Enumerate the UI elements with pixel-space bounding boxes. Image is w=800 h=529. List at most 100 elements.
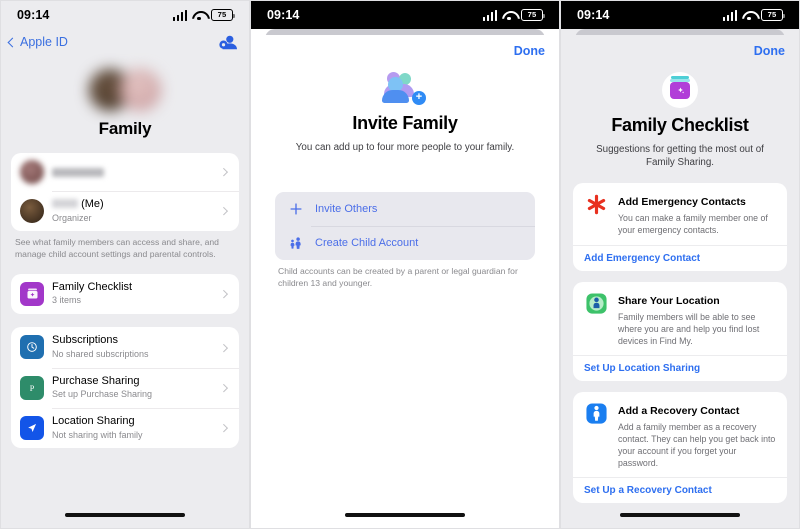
screen-invite-family: 09:14 75 Done + Invite Family You can ad…: [250, 0, 560, 529]
invite-family-sheet: Done + Invite Family You can add up to f…: [251, 35, 559, 528]
feature-subtitle: Set up Purchase Sharing: [52, 389, 153, 400]
sheet-subtitle: You can add up to four more people to yo…: [295, 142, 515, 153]
member-name-blurred: [52, 167, 213, 177]
members-footnote: See what family members can access and s…: [15, 237, 219, 260]
list-item-subscriptions[interactable]: Subscriptions No shared subscriptions: [11, 327, 239, 367]
family-checklist-sheet: Done Family Checklist Suggestions for ge…: [561, 35, 799, 528]
back-button-label: Apple ID: [20, 35, 68, 49]
checklist-cards: Add Emergency Contacts You can make a fa…: [561, 169, 799, 503]
card-action-set-up-location-sharing[interactable]: Set Up Location Sharing: [573, 354, 787, 381]
back-button-apple-id[interactable]: Apple ID: [7, 35, 68, 49]
member-role: Organizer: [52, 212, 92, 223]
option-create-child-account[interactable]: Create Child Account: [275, 226, 535, 260]
invite-header: + Invite Family You can add up to four m…: [251, 58, 559, 154]
card-description: Add a family member as a recovery contac…: [618, 421, 776, 468]
status-indicators: 75: [482, 9, 545, 21]
card-action-add-emergency-contact[interactable]: Add Emergency Contact: [573, 244, 787, 271]
chevron-right-icon: [219, 168, 228, 176]
card-title: Share Your Location: [618, 294, 720, 307]
home-indicator: [251, 513, 559, 517]
list-item-purchase-sharing[interactable]: P Purchase Sharing Set up Purchase Shari…: [11, 367, 239, 408]
member-name: (Me): [52, 198, 213, 212]
card-description: You can make a family member one of your…: [618, 213, 768, 236]
three-screenshot-montage: 09:14 75 Apple ID Family (Me) Organizer …: [0, 0, 800, 529]
family-checklist-group: Family Checklist 3 items: [11, 273, 239, 315]
chevron-right-icon: [219, 343, 228, 352]
card-title: Add a Recovery Contact: [618, 404, 740, 417]
modal-sheet-container: Done + Invite Family You can add up to f…: [251, 29, 559, 528]
screen-family-settings: 09:14 75 Apple ID Family (Me) Organizer …: [0, 0, 250, 529]
medical-asterisk-icon: [584, 192, 609, 217]
done-button[interactable]: Done: [514, 44, 545, 58]
family-checklist-icon: [662, 72, 698, 108]
table-row-member-blurred[interactable]: [11, 153, 239, 191]
home-indicator: [1, 513, 249, 517]
subscriptions-icon: [20, 335, 44, 360]
avatar: [20, 160, 44, 184]
table-row-member-me[interactable]: (Me) Organizer: [11, 191, 239, 231]
checklist-info: Family Checklist 3 items: [52, 281, 213, 307]
feature-title: Subscriptions: [52, 334, 119, 347]
find-my-icon: [584, 291, 609, 316]
status-indicators: 75: [722, 9, 785, 21]
checklist-count: 3 items: [52, 295, 82, 306]
member-info: (Me) Organizer: [52, 198, 213, 224]
add-person-icon[interactable]: [219, 33, 237, 51]
checklist-card-recovery-contact: Add a Recovery Contact Add a family memb…: [573, 391, 787, 503]
checklist-card-emergency-contacts: Add Emergency Contacts You can make a fa…: [573, 183, 787, 271]
status-time: 09:14: [267, 8, 300, 22]
page-title: Family: [98, 119, 152, 138]
checklist-card-share-location: Share Your Location Family members will …: [573, 281, 787, 381]
family-avatars: [83, 65, 167, 113]
navigation-bar: Apple ID: [1, 29, 249, 55]
status-bar: 09:14 75: [1, 1, 249, 29]
screen-family-checklist: 09:14 75 Done Family Checklist Suggestio…: [560, 0, 800, 529]
family-header: Family: [1, 55, 249, 139]
option-invite-others[interactable]: Invite Others: [275, 192, 535, 226]
feature-subtitle: Not sharing with family: [52, 429, 143, 440]
plus-badge-icon: +: [412, 91, 426, 105]
done-button[interactable]: Done: [754, 44, 785, 58]
family-members-group: (Me) Organizer: [11, 153, 239, 232]
card-action-set-up-recovery-contact[interactable]: Set Up a Recovery Contact: [573, 476, 787, 503]
option-label: Create Child Account: [315, 237, 419, 250]
sheet-subtitle: Suggestions for getting the most out of …: [596, 144, 764, 169]
plus-icon: [288, 201, 304, 217]
chevron-right-icon: [219, 424, 228, 433]
svg-text:P: P: [30, 384, 35, 393]
wifi-icon: [502, 10, 516, 21]
cellular-bars-icon: [722, 9, 737, 21]
child-account-icon: [288, 235, 304, 251]
invite-family-icon: +: [382, 72, 428, 106]
modal-sheet-container: Done Family Checklist Suggestions for ge…: [561, 29, 799, 528]
status-bar: 09:14 75: [251, 1, 559, 29]
cellular-bars-icon: [172, 9, 187, 21]
sheet-title: Invite Family: [352, 113, 458, 133]
chevron-left-icon: [7, 37, 18, 47]
recovery-contact-icon: [584, 401, 609, 426]
list-item-location-sharing[interactable]: Location Sharing Not sharing with family: [11, 407, 239, 448]
card-title: Add Emergency Contacts: [618, 196, 746, 209]
status-bar: 09:14 75: [561, 1, 799, 29]
checklist-header: Family Checklist Suggestions for getting…: [561, 58, 799, 169]
checklist-jar-icon: [20, 281, 44, 306]
invite-options-group: Invite Others Create Child Account: [275, 192, 535, 261]
wifi-icon: [742, 10, 756, 21]
feature-subtitle: No shared subscriptions: [52, 348, 149, 359]
status-time: 09:14: [577, 8, 610, 22]
sheet-toolbar: Done: [561, 35, 799, 58]
checklist-title: Family Checklist: [52, 280, 133, 293]
chevron-right-icon: [219, 207, 228, 216]
wifi-icon: [192, 10, 206, 21]
avatar: [20, 199, 44, 224]
feature-title: Purchase Sharing: [52, 374, 140, 387]
family-features-group: Subscriptions No shared subscriptions P …: [11, 327, 239, 449]
feature-title: Location Sharing: [52, 414, 135, 427]
card-description: Family members will be able to see where…: [618, 311, 760, 346]
chevron-right-icon: [219, 289, 228, 298]
option-label: Invite Others: [315, 203, 378, 216]
sheet-toolbar: Done: [251, 35, 559, 58]
list-item-family-checklist[interactable]: Family Checklist 3 items: [11, 274, 239, 314]
cellular-bars-icon: [482, 9, 497, 21]
battery-icon: 75: [211, 9, 235, 21]
